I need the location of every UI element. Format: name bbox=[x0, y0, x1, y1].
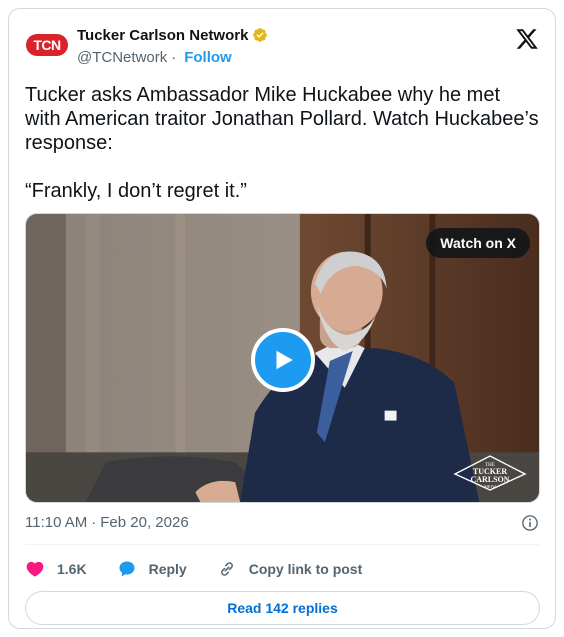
verified-badge-icon bbox=[253, 28, 268, 42]
timestamp-separator: · bbox=[91, 514, 97, 531]
divider bbox=[25, 544, 539, 545]
reply-bubble-icon bbox=[119, 561, 135, 577]
read-replies-button[interactable]: Read 142 replies bbox=[25, 591, 540, 625]
name-row: Tucker Carlson Network bbox=[77, 25, 268, 45]
play-button[interactable] bbox=[251, 328, 315, 392]
action-bar: 1.6K Reply Copy link to post bbox=[25, 554, 392, 584]
display-name[interactable]: Tucker Carlson Network bbox=[77, 27, 248, 44]
copy-link-button[interactable]: Copy link to post bbox=[217, 559, 363, 579]
svg-text:SHOW: SHOW bbox=[484, 484, 496, 489]
svg-text:CARLSON: CARLSON bbox=[470, 475, 509, 484]
heart-icon bbox=[26, 561, 44, 577]
like-button[interactable]: 1.6K bbox=[25, 559, 87, 579]
info-icon[interactable] bbox=[521, 514, 539, 532]
handle-row: @TCNetwork · Follow bbox=[77, 47, 268, 67]
link-icon bbox=[220, 562, 233, 576]
author-handle[interactable]: @TCNetwork bbox=[77, 49, 167, 66]
follow-button[interactable]: Follow bbox=[184, 49, 232, 66]
post-timestamp[interactable]: 11:10 AM · Feb 20, 2026 bbox=[25, 514, 189, 531]
show-watermark: THE TUCKER CARLSON SHOW bbox=[451, 450, 529, 492]
post-card: TCN Tucker Carlson Network @TCNetwork · … bbox=[8, 8, 556, 629]
post-date: Feb 20, 2026 bbox=[100, 514, 189, 531]
watch-on-x-button[interactable]: Watch on X bbox=[426, 228, 530, 258]
post-header: TCN Tucker Carlson Network @TCNetwork · … bbox=[25, 23, 539, 67]
author-info: Tucker Carlson Network @TCNetwork · Foll… bbox=[77, 25, 268, 67]
video-player[interactable]: Watch on X THE TUCKER CARLSON SHOW bbox=[25, 213, 540, 503]
post-text: Tucker asks Ambassador Mike Huckabee why… bbox=[25, 84, 539, 202]
reply-label: Reply bbox=[148, 561, 187, 577]
avatar-logo: TCN bbox=[26, 34, 68, 56]
like-count: 1.6K bbox=[57, 561, 87, 577]
x-logo-icon[interactable] bbox=[515, 27, 539, 51]
reply-button[interactable]: Reply bbox=[117, 559, 187, 579]
play-icon bbox=[276, 350, 293, 370]
post-time: 11:10 AM bbox=[25, 514, 88, 531]
handle-separator: · bbox=[171, 48, 177, 66]
avatar[interactable]: TCN bbox=[25, 25, 69, 65]
copy-link-label: Copy link to post bbox=[248, 561, 363, 577]
